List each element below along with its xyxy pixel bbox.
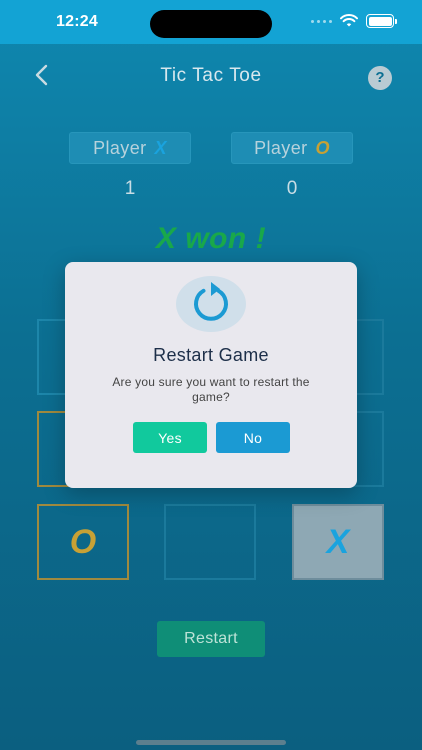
modal-overlay: Restart Game Are you sure you want to re…: [0, 0, 422, 750]
dialog-title: Restart Game: [153, 345, 269, 365]
no-button[interactable]: No: [216, 422, 290, 453]
dialog-message: Are you sure you want to restart the gam…: [112, 375, 310, 404]
restart-dialog: Restart Game Are you sure you want to re…: [65, 262, 357, 488]
dialog-icon-circle: [176, 276, 246, 332]
yes-button[interactable]: Yes: [133, 422, 207, 453]
restart-icon: [194, 282, 228, 321]
game-screen: 12:24 Tic Tac Toe ? Player X Player O 1 0 …: [0, 0, 422, 750]
